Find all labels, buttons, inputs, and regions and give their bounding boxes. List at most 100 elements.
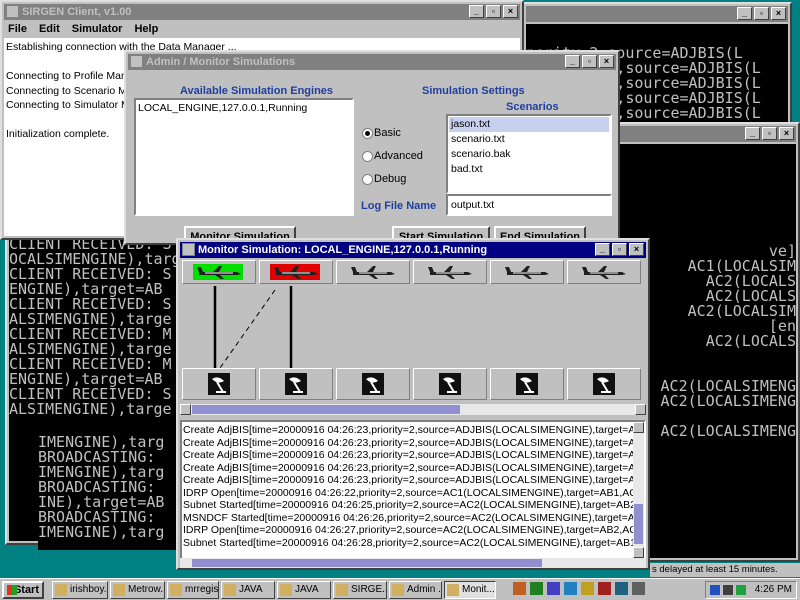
aircraft-cell[interactable] [413, 260, 487, 284]
event-log-line[interactable]: Subnet Started[time=20000916 04:26:28,pr… [183, 537, 644, 550]
window-titlebar[interactable]: SIRGEN Client, v1.00 _ ▫ × [4, 4, 520, 20]
maximize-icon[interactable]: ▫ [612, 243, 627, 256]
aircraft-cell[interactable] [336, 260, 410, 284]
maximize-icon[interactable]: ▫ [582, 55, 597, 68]
taskbar-task-button[interactable]: Metrow... [110, 581, 165, 599]
quicklaunch-icon[interactable] [581, 582, 594, 595]
minimize-icon[interactable]: _ [469, 5, 484, 18]
scroll-thumb[interactable] [634, 504, 643, 544]
scenarios-list[interactable]: jason.txt scenario.txt scenario.bak bad.… [446, 114, 612, 194]
quicklaunch-icon[interactable] [615, 582, 628, 595]
taskbar-task-button[interactable]: SIRGE... [333, 581, 387, 599]
quicklaunch-icon[interactable] [530, 582, 543, 595]
log-v-scrollbar[interactable] [633, 422, 644, 558]
ground-station-cell[interactable] [336, 368, 410, 400]
menu-help[interactable]: Help [134, 22, 158, 36]
tray-icon[interactable] [736, 585, 746, 595]
volume-icon[interactable] [723, 585, 733, 595]
scenario-item[interactable]: scenario.txt [449, 132, 609, 147]
radio-debug[interactable] [362, 174, 373, 185]
event-log-lines: Create AdjBIS[time=20000916 04:26:23,pri… [183, 424, 644, 550]
ground-station-cell[interactable] [182, 368, 256, 400]
taskbar-task-button[interactable]: irishboy... [52, 581, 108, 599]
task-app-icon [224, 584, 236, 596]
taskbar-task-button[interactable]: JAVA [277, 581, 331, 599]
dashed-link [219, 289, 276, 369]
console-line: ALSIMENGINE),targe [9, 400, 172, 418]
event-log-line[interactable]: Create AdjBIS[time=20000916 04:26:23,pri… [183, 449, 644, 462]
maximize-icon[interactable]: ▫ [486, 5, 501, 18]
quicklaunch-icon[interactable] [632, 582, 645, 595]
ground-station-cell[interactable] [259, 368, 333, 400]
event-log-line[interactable]: IDRP Open[time=20000916 04:26:27,priorit… [183, 524, 644, 537]
scroll-right-icon[interactable] [635, 404, 646, 415]
scroll-left-icon[interactable] [180, 404, 191, 415]
clock[interactable]: 4:26 PM [755, 583, 792, 597]
event-log-line[interactable]: Subnet Started[time=20000916 04:26:25,pr… [183, 499, 644, 512]
scenario-item[interactable]: jason.txt [449, 117, 609, 132]
ground-station-cell[interactable] [413, 368, 487, 400]
canvas-h-scrollbar[interactable] [180, 404, 646, 415]
taskbar-task-button[interactable]: Admin ... [389, 581, 442, 599]
minimize-icon[interactable]: _ [595, 243, 610, 256]
quicklaunch-icon[interactable] [547, 582, 560, 595]
quicklaunch-icon[interactable] [598, 582, 611, 595]
taskbar-task-button[interactable]: JAVA [221, 581, 275, 599]
menu-bar: File Edit Simulator Help [8, 22, 158, 36]
event-log-line[interactable]: Create AdjBIS[time=20000916 04:26:23,pri… [183, 437, 644, 450]
radio-debug-label: Debug [374, 173, 407, 185]
event-log-line[interactable]: Create AdjBIS[time=20000916 04:26:23,pri… [183, 474, 644, 487]
minimize-icon[interactable]: _ [737, 7, 752, 20]
event-log-line[interactable]: Create AdjBIS[time=20000916 04:26:23,pri… [183, 424, 644, 437]
minimize-icon[interactable]: _ [565, 55, 580, 68]
simulation-canvas [180, 258, 646, 406]
scroll-thumb[interactable] [192, 405, 460, 414]
taskbar-task-button[interactable]: Monit... [444, 581, 496, 599]
scenario-item[interactable]: bad.txt [449, 162, 609, 177]
scenario-item[interactable]: scenario.bak [449, 147, 609, 162]
close-icon[interactable]: × [779, 127, 794, 140]
ground-station-cell[interactable] [490, 368, 564, 400]
window-titlebar[interactable]: Admin / Monitor Simulations _ ▫ × [128, 54, 616, 70]
aircraft-cell[interactable] [259, 260, 333, 284]
maximize-icon[interactable]: ▫ [762, 127, 777, 140]
scroll-thumb[interactable] [192, 559, 542, 567]
log-h-scrollbar[interactable] [180, 558, 646, 568]
quicklaunch-icon[interactable] [564, 582, 577, 595]
menu-simulator[interactable]: Simulator [72, 22, 123, 36]
taskbar-task-button[interactable]: mrregis... [167, 581, 219, 599]
monitor-simulation-window[interactable]: Monitor Simulation: LOCAL_ENGINE,127.0.0… [176, 238, 650, 570]
window-title: Admin / Monitor Simulations [146, 56, 296, 68]
menu-edit[interactable]: Edit [39, 22, 60, 36]
logfile-input[interactable]: output.txt [446, 194, 612, 216]
scroll-down-icon[interactable] [633, 547, 644, 558]
menu-file[interactable]: File [8, 22, 27, 36]
close-icon[interactable]: × [629, 243, 644, 256]
admin-monitor-window[interactable]: Admin / Monitor Simulations _ ▫ × Availa… [124, 50, 620, 248]
engines-list[interactable]: LOCAL_ENGINE,127.0.0.1,Running [134, 98, 354, 216]
maximize-icon[interactable]: ▫ [754, 7, 769, 20]
start-button[interactable]: Start [2, 581, 44, 599]
tray-icon[interactable] [710, 585, 720, 595]
close-icon[interactable]: × [771, 7, 786, 20]
aircraft-cell[interactable] [567, 260, 641, 284]
event-log-line[interactable]: IDRP Open[time=20000916 04:26:22,priorit… [183, 487, 644, 500]
close-icon[interactable]: × [503, 5, 518, 18]
ground-station-cell[interactable] [567, 368, 641, 400]
aircraft-cell[interactable] [182, 260, 256, 284]
quicklaunch-icon[interactable] [513, 582, 526, 595]
scroll-up-icon[interactable] [633, 422, 644, 433]
close-icon[interactable]: × [599, 55, 614, 68]
radio-advanced[interactable] [362, 151, 373, 162]
window-titlebar[interactable]: Monitor Simulation: LOCAL_ENGINE,127.0.0… [180, 242, 646, 258]
bg-window-titlebar[interactable]: _ ▫ × [526, 6, 788, 22]
event-log[interactable]: Create AdjBIS[time=20000916 04:26:23,pri… [180, 420, 646, 560]
bg-window-titlebar[interactable]: _ ▫ × [619, 126, 796, 142]
radio-basic[interactable] [362, 128, 373, 139]
event-log-line[interactable]: MSNDCF Started[time=20000916 04:26:26,pr… [183, 512, 644, 525]
engine-item[interactable]: LOCAL_ENGINE,127.0.0.1,Running [138, 102, 350, 114]
aircraft-cell[interactable] [490, 260, 564, 284]
event-log-line[interactable]: Create AdjBIS[time=20000916 04:26:23,pri… [183, 462, 644, 475]
minimize-icon[interactable]: _ [745, 127, 760, 140]
